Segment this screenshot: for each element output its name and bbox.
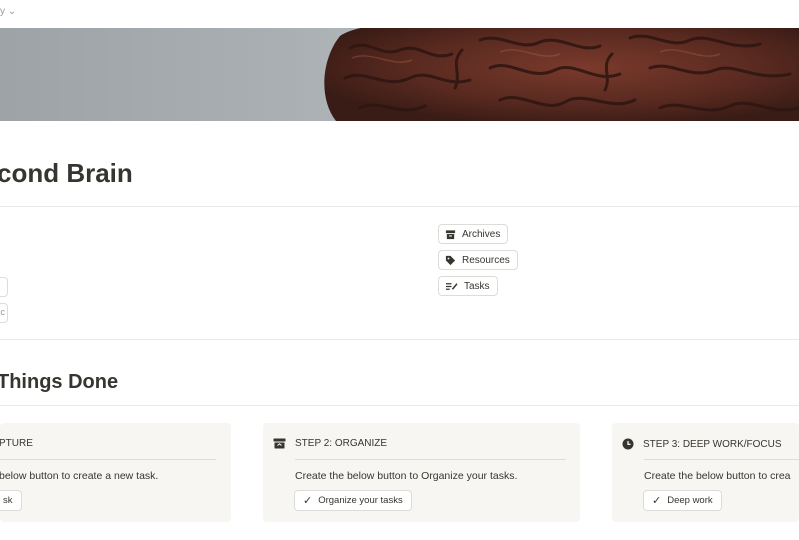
brain-image (324, 28, 799, 121)
cover-image[interactable] (0, 28, 799, 121)
tasks-link-label: Tasks (464, 280, 490, 292)
step-title: STEP 2: ORGANIZE (273, 438, 387, 449)
divider (0, 339, 799, 340)
step-title: PTURE (0, 438, 33, 449)
divider (0, 206, 799, 207)
organize-tasks-button-label: Organize your tasks (318, 495, 403, 506)
card-divider (295, 459, 566, 460)
step-card-capture: PTURE below button to create a new task.… (0, 423, 231, 522)
resources-link[interactable]: Resources (438, 250, 518, 270)
clock-icon (622, 438, 634, 450)
create-task-button-label: sk (3, 495, 13, 506)
breadcrumb[interactable]: y ⌄ (0, 6, 16, 17)
check-icon: ✓ (303, 495, 313, 507)
step-title-text: STEP 3: DEEP WORK/FOCUS (643, 438, 782, 450)
tag-icon (445, 255, 456, 265)
divider (0, 405, 799, 406)
partial-link-label: c (0, 307, 6, 317)
card-divider (0, 459, 216, 460)
check-icon: ✓ (652, 495, 662, 507)
organize-tasks-button[interactable]: ✓ Organize your tasks (294, 490, 412, 511)
archive-icon (445, 229, 456, 239)
step-title-text: PTURE (0, 438, 33, 449)
partial-link-button[interactable]: c (0, 303, 8, 323)
tasks-link[interactable]: Tasks (438, 276, 498, 296)
archives-link[interactable]: Archives (438, 224, 509, 244)
step-description: below button to create a new task. (0, 470, 159, 482)
page-title: cond Brain (0, 158, 133, 188)
archives-link-label: Archives (462, 228, 501, 240)
step-description: Create the below button to crea (644, 470, 791, 482)
section-heading: Things Done (0, 371, 119, 393)
step-title: STEP 3: DEEP WORK/FOCUS (622, 438, 782, 450)
card-divider (644, 459, 799, 460)
partial-link-button[interactable] (0, 277, 8, 297)
checklist-icon (446, 282, 458, 290)
step-description: Create the below button to Organize your… (295, 470, 518, 482)
deep-work-button-label: Deep work (667, 495, 713, 506)
step-card-organize: STEP 2: ORGANIZE Create the below button… (263, 423, 580, 522)
top-bar: y ⌄ (0, 0, 799, 28)
resources-link-label: Resources (462, 254, 510, 266)
deep-work-button[interactable]: ✓ Deep work (643, 490, 722, 511)
inbox-stack-icon (273, 438, 286, 449)
step-title-text: STEP 2: ORGANIZE (295, 438, 388, 449)
step-card-deep-work: STEP 3: DEEP WORK/FOCUS Create the below… (612, 423, 799, 522)
create-task-button[interactable]: sk (0, 490, 22, 511)
